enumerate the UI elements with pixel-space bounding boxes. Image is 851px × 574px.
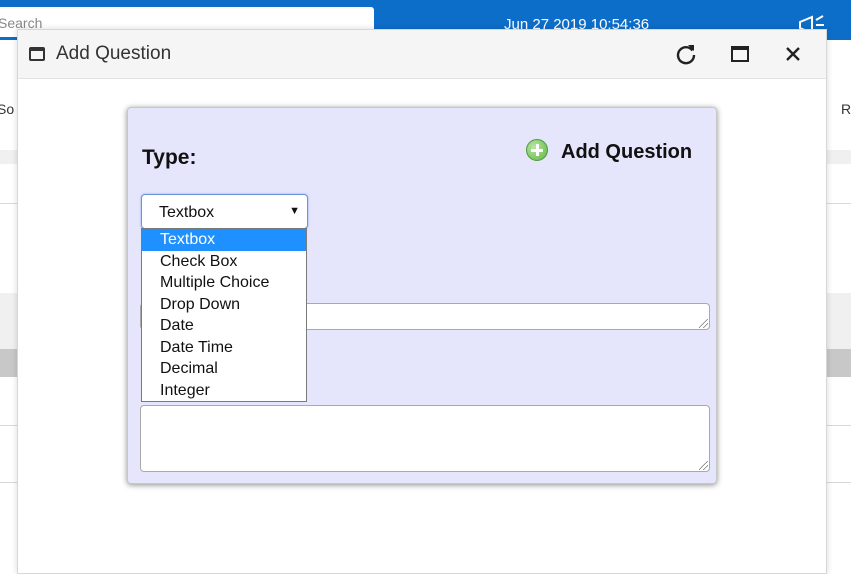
caret-down-icon: ▼ [289, 205, 300, 217]
add-question-button[interactable]: Add Question [526, 135, 692, 164]
window-title: Add Question [56, 43, 172, 64]
dropdown-option-drop-down[interactable]: Drop Down [142, 294, 306, 316]
refresh-icon [676, 45, 696, 65]
type-dropdown-list: Textbox Check Box Multiple Choice Drop D… [141, 228, 307, 402]
maximize-icon [731, 46, 749, 62]
background-left-label: So [0, 101, 15, 117]
refresh-button[interactable] [672, 40, 700, 68]
dropdown-option-date[interactable]: Date [142, 315, 306, 337]
resize-grip-icon[interactable] [699, 461, 708, 470]
dropdown-option-check-box[interactable]: Check Box [142, 251, 306, 273]
window-title-bar[interactable]: Add Question [18, 30, 826, 79]
dropdown-option-multiple-choice[interactable]: Multiple Choice [142, 272, 306, 294]
type-label: Type: [142, 146, 197, 169]
add-question-label: Add Question [561, 141, 693, 163]
maximize-button[interactable] [726, 40, 754, 68]
close-button[interactable] [779, 40, 807, 68]
close-icon [786, 47, 800, 61]
type-select[interactable]: Textbox ▼ [141, 194, 308, 229]
dropdown-option-textbox[interactable]: Textbox [142, 229, 306, 251]
window-icon [29, 47, 45, 61]
dropdown-option-date-time[interactable]: Date Time [142, 337, 306, 359]
question-description-field[interactable] [140, 405, 710, 472]
background-right-label: R [841, 101, 851, 117]
dropdown-option-decimal[interactable]: Decimal [142, 358, 306, 380]
type-select-value: Textbox [159, 204, 215, 221]
resize-grip-icon[interactable] [699, 319, 708, 328]
dropdown-option-integer[interactable]: Integer [142, 380, 306, 402]
add-circle-icon [526, 138, 548, 161]
